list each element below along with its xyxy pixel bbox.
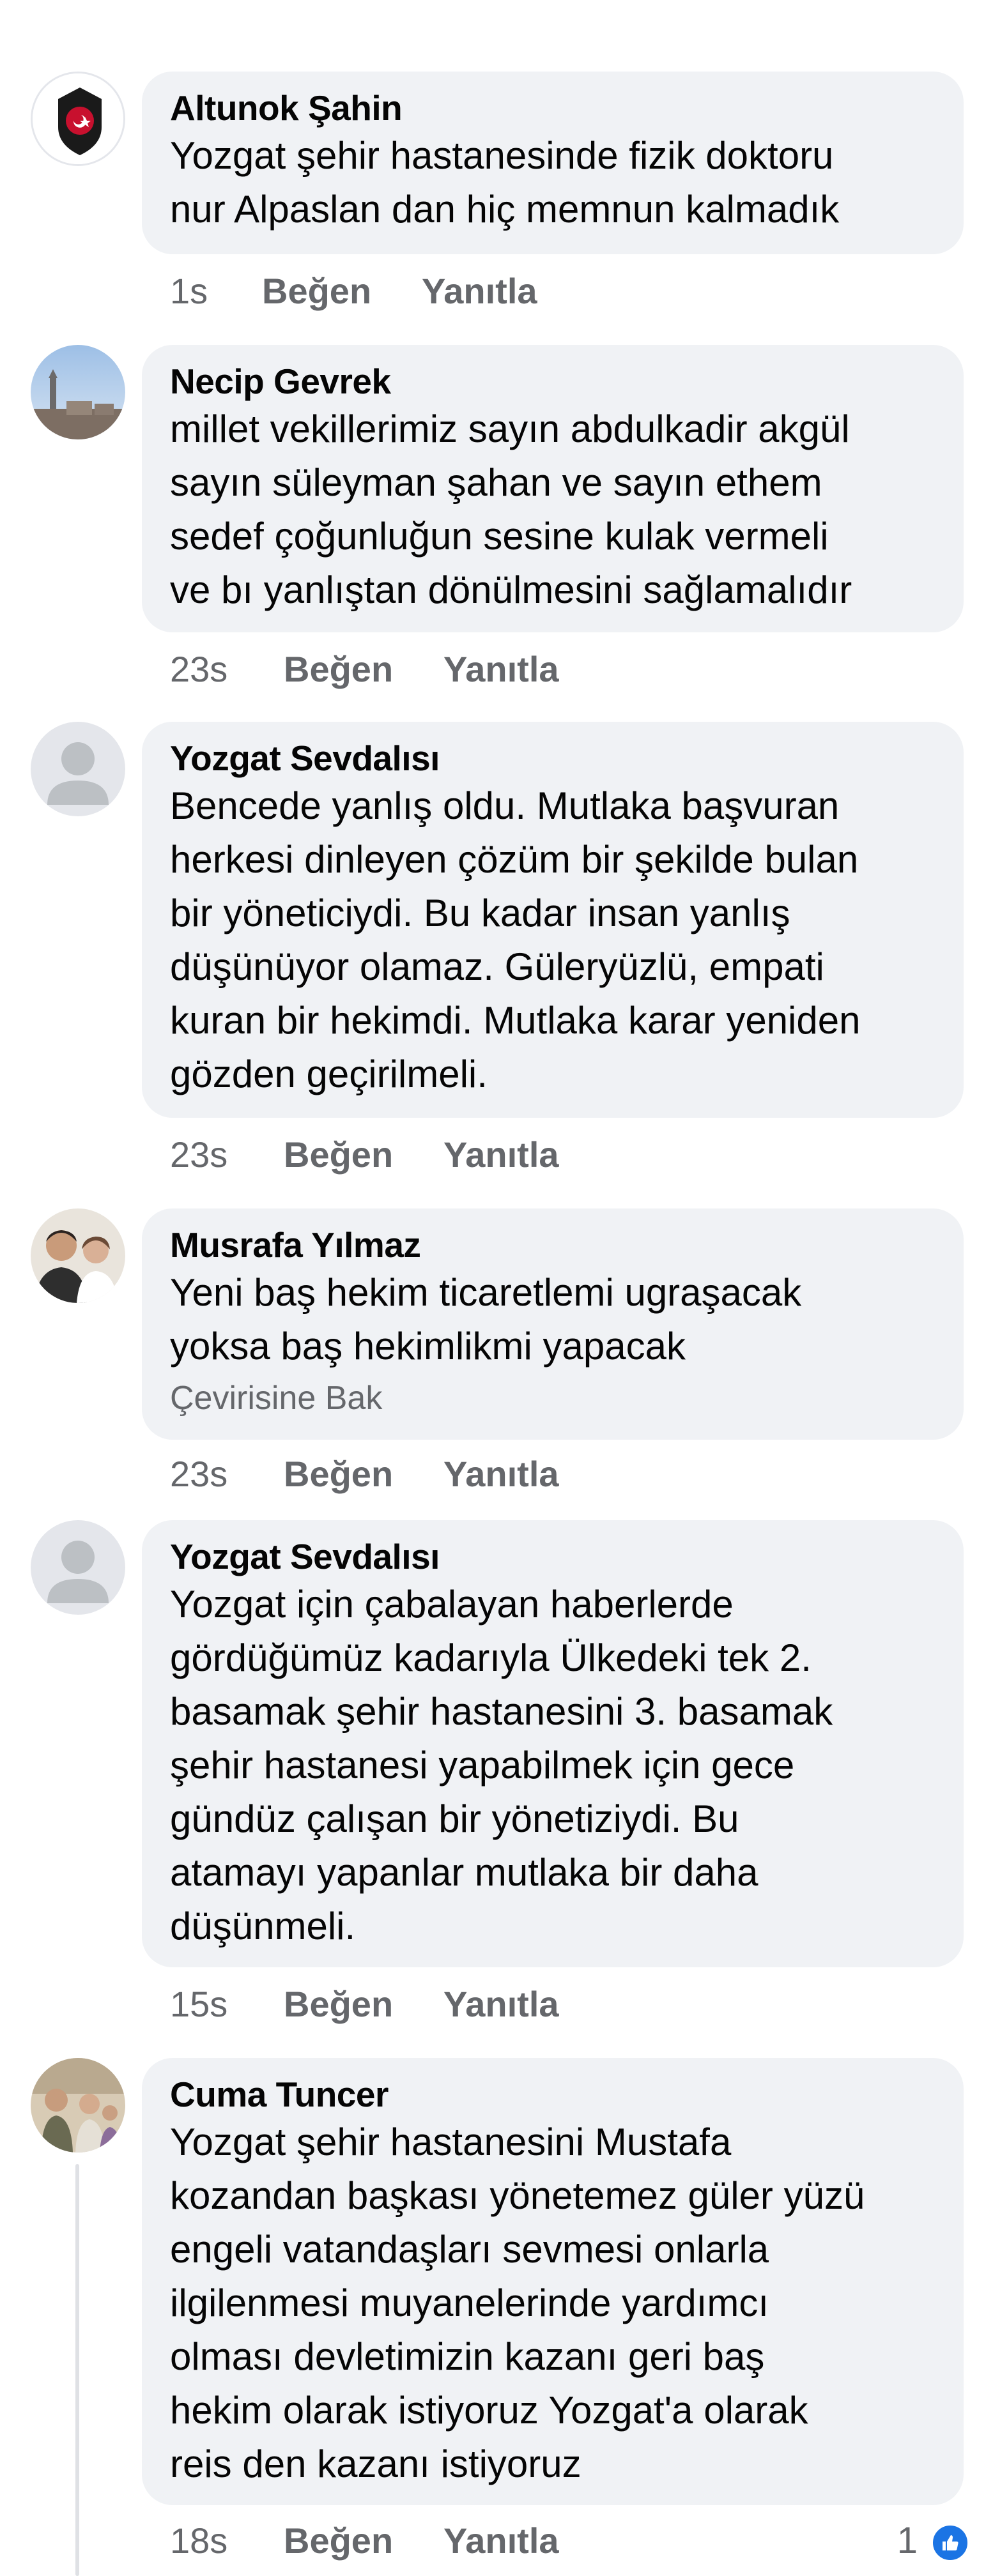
comment-text: Yozgat şehir hastanesinde fizik doktoru …	[170, 134, 840, 231]
avatar[interactable]	[31, 345, 125, 439]
avatar[interactable]	[31, 1520, 125, 1615]
reply-button[interactable]: Yanıtla	[443, 1132, 559, 1178]
default-user-icon	[31, 722, 125, 816]
comment-bubble: Altunok Şahin Yozgat şehir hastanesinde …	[142, 72, 964, 254]
comment-author[interactable]: Cuma Tuncer	[170, 2073, 935, 2115]
like-button[interactable]: Beğen	[284, 2518, 393, 2564]
police-emblem-icon	[33, 73, 123, 164]
like-button[interactable]: Beğen	[284, 1451, 393, 1497]
avatar[interactable]	[31, 1208, 125, 1303]
reaction-summary[interactable]: 1	[842, 2518, 970, 2564]
comment-timestamp[interactable]: 15s	[170, 1981, 227, 2027]
see-translation-link[interactable]: Çevirisine Bak	[170, 1376, 935, 1421]
comment-bubble: Necip Gevrek millet vekillerimiz sayın a…	[142, 345, 964, 632]
avatar[interactable]	[31, 722, 125, 816]
comment-text: Bencede yanlış oldu. Mutlaka başvuran he…	[170, 784, 861, 1095]
reply-button[interactable]: Yanıtla	[422, 268, 537, 314]
like-button[interactable]: Beğen	[284, 646, 393, 692]
avatar[interactable]	[31, 2058, 125, 2153]
comment-author[interactable]: Musrafa Yılmaz	[170, 1224, 935, 1266]
comment-bubble: Musrafa Yılmaz Yeni baş hekim ticaretlem…	[142, 1208, 964, 1440]
like-button[interactable]: Beğen	[284, 1981, 393, 2027]
family-photo-avatar	[31, 2058, 125, 2153]
comment-bubble: Yozgat Sevdalısı Yozgat için çabalayan h…	[142, 1520, 964, 1967]
comment-timestamp[interactable]: 23s	[170, 1132, 227, 1178]
comment-timestamp[interactable]: 23s	[170, 646, 227, 692]
comment-timestamp[interactable]: 23s	[170, 1451, 227, 1497]
comment-bubble: Yozgat Sevdalısı Bencede yanlış oldu. Mu…	[142, 722, 964, 1118]
comment-timestamp[interactable]: 18s	[170, 2518, 227, 2564]
avatar[interactable]	[31, 72, 125, 166]
reply-button[interactable]: Yanıtla	[443, 2518, 559, 2564]
like-thumb-icon	[930, 2523, 970, 2563]
comment-author[interactable]: Altunok Şahin	[170, 87, 935, 129]
comment-timestamp[interactable]: 1s	[170, 268, 208, 314]
comment-text: Yozgat şehir hastanesini Mustafa kozanda…	[170, 2121, 865, 2485]
comment-bubble: Cuma Tuncer Yozgat şehir hastanesini Mus…	[142, 2058, 964, 2505]
comment-author[interactable]: Yozgat Sevdalısı	[170, 1536, 935, 1578]
landscape-photo-avatar	[31, 345, 125, 439]
comment-text: Yozgat için çabalayan haberlerde gördüğü…	[170, 1583, 833, 1947]
like-button[interactable]: Beğen	[262, 268, 371, 314]
comment-text: millet vekillerimiz sayın abdulkadir akg…	[170, 408, 852, 611]
reply-thread-line	[75, 2164, 79, 2576]
comment-author[interactable]: Necip Gevrek	[170, 360, 935, 402]
comment-text: Yeni baş hekim ticaretlemi ugraşacak yok…	[170, 1271, 802, 1368]
comment-author[interactable]: Yozgat Sevdalısı	[170, 737, 935, 779]
reply-button[interactable]: Yanıtla	[443, 646, 559, 692]
like-button[interactable]: Beğen	[284, 1132, 393, 1178]
reply-button[interactable]: Yanıtla	[443, 1451, 559, 1497]
reaction-count: 1	[897, 2520, 918, 2561]
default-user-icon	[31, 1520, 125, 1615]
two-people-photo-avatar	[31, 1208, 125, 1303]
reply-button[interactable]: Yanıtla	[443, 1981, 559, 2027]
